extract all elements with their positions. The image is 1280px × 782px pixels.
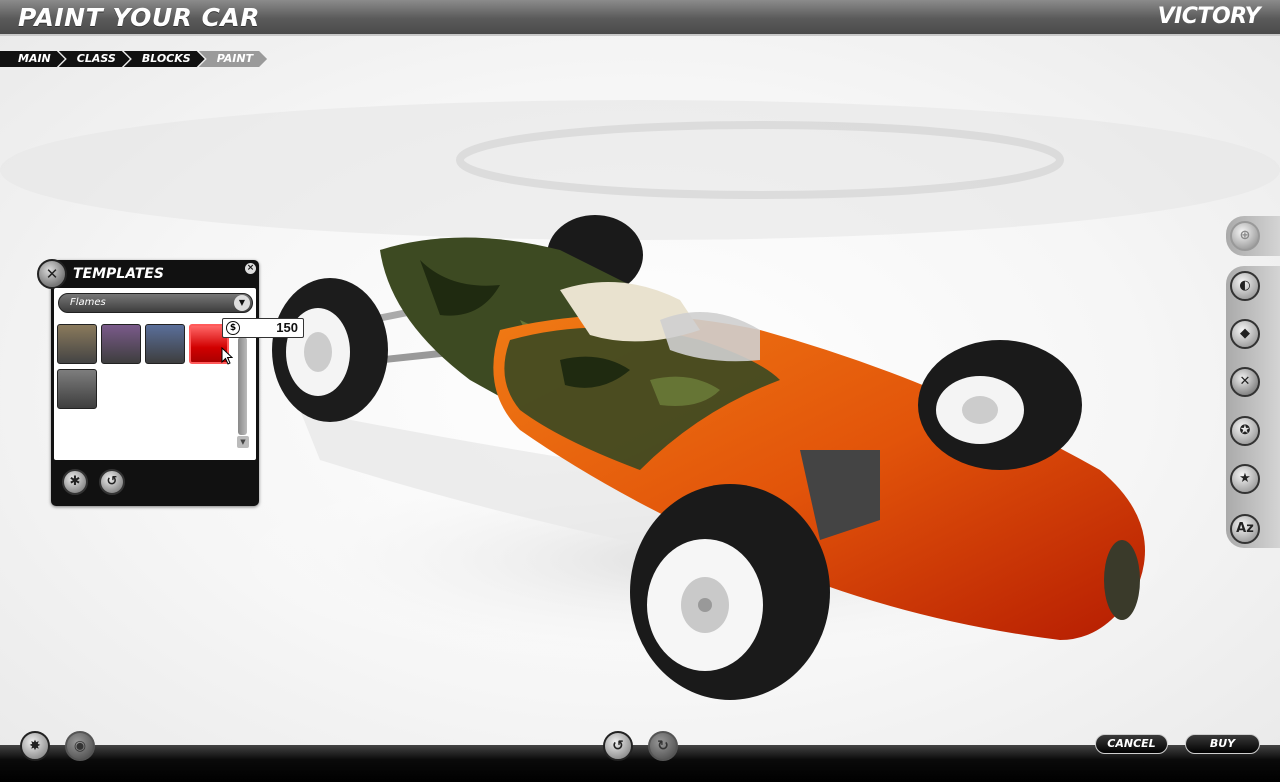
- title-bar: PAINT YOUR CAR VICTORY: [0, 0, 1280, 36]
- price-tooltip: $ 150: [222, 318, 304, 338]
- template-swatch[interactable]: [145, 324, 185, 364]
- breadcrumb: MAIN CLASS BLOCKS PAINT: [0, 51, 261, 67]
- template-category-value: Flames: [70, 297, 106, 308]
- breadcrumb-paint: PAINT: [199, 51, 267, 67]
- coin-icon: $: [226, 321, 240, 335]
- blocks-icon[interactable]: ◆: [1230, 319, 1260, 349]
- templates-scrollbar[interactable]: ▼: [235, 337, 249, 452]
- cancel-button[interactable]: CANCEL: [1095, 734, 1168, 754]
- undo-icon[interactable]: ↺: [603, 731, 633, 761]
- randomize-button[interactable]: ✱: [62, 469, 88, 495]
- template-swatch[interactable]: [57, 324, 97, 364]
- victory-logo: VICTORY: [1157, 4, 1261, 29]
- template-swatch[interactable]: [101, 324, 141, 364]
- template-category-select[interactable]: Flames ▼: [58, 293, 253, 313]
- templates-body: Flames ▼ ▼: [54, 288, 256, 460]
- text-icon[interactable]: Az: [1230, 514, 1260, 544]
- redo-icon: ↻: [648, 731, 678, 761]
- templates-icon: ✕: [37, 259, 67, 289]
- star-icon[interactable]: ★: [1230, 464, 1260, 494]
- price-value: 150: [276, 320, 298, 335]
- shop-cart-icon[interactable]: ⊕: [1230, 221, 1260, 251]
- templates-icon[interactable]: ✕: [1230, 367, 1260, 397]
- template-swatch[interactable]: [57, 369, 97, 409]
- scroll-down-icon[interactable]: ▼: [237, 436, 249, 448]
- bottom-bar: [0, 745, 1280, 782]
- decals-icon[interactable]: ✪: [1230, 416, 1260, 446]
- breadcrumb-main[interactable]: MAIN: [0, 51, 65, 67]
- reset-button[interactable]: ↺: [99, 469, 125, 495]
- close-icon[interactable]: ×: [245, 263, 256, 274]
- paint-bucket-icon[interactable]: ◐: [1230, 271, 1260, 301]
- camera-icon: ◉: [65, 731, 95, 761]
- splat-icon[interactable]: ✸: [20, 731, 50, 761]
- templates-panel: ✕ TEMPLATES × Flames ▼ ▼ ✱ ↺: [37, 259, 259, 506]
- templates-title: TEMPLATES: [73, 266, 164, 282]
- buy-button[interactable]: BUY: [1185, 734, 1260, 754]
- page-title: PAINT YOUR CAR: [18, 3, 261, 32]
- breadcrumb-blocks[interactable]: BLOCKS: [124, 51, 205, 67]
- scrollbar-track[interactable]: [238, 337, 247, 435]
- breadcrumb-class[interactable]: CLASS: [59, 51, 130, 67]
- chevron-down-icon: ▼: [234, 295, 250, 311]
- paint-tools-toolbar: [1226, 266, 1280, 548]
- mouse-cursor-icon: [221, 347, 233, 365]
